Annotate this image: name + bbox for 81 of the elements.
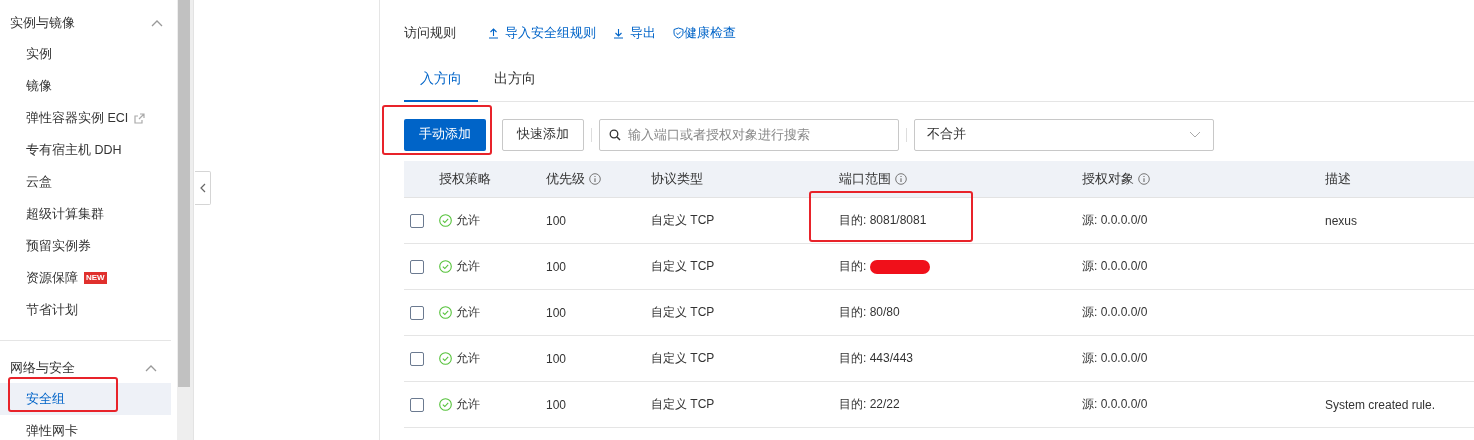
collapse-button[interactable] xyxy=(195,171,211,205)
checkbox[interactable] xyxy=(410,259,424,274)
table-cell: 目的: xyxy=(839,258,867,275)
column-header: 优先级 xyxy=(546,170,585,188)
table-cell: 允许 xyxy=(456,304,480,321)
sidebar-item[interactable]: 节省计划 xyxy=(0,294,177,326)
sidebar-item[interactable]: 弹性容器实例 ECI xyxy=(0,102,177,134)
shield-check-icon xyxy=(673,27,684,39)
chevron-down-icon xyxy=(1189,131,1201,138)
column-header: 授权策略 xyxy=(439,170,491,188)
check-circle-icon xyxy=(439,260,452,273)
table-cell-text: 100 xyxy=(546,259,568,274)
sidebar-group-title: 网络与安全 xyxy=(10,359,75,377)
action-link[interactable]: 导出 xyxy=(613,24,656,42)
sidebar-item[interactable]: 资源保障 NEW xyxy=(0,262,177,294)
table-cell-text: 100 xyxy=(546,213,568,228)
download-icon xyxy=(613,27,624,39)
info-icon[interactable] xyxy=(589,173,601,185)
table-cell: 允许 xyxy=(456,212,480,229)
action-link[interactable]: 健康检查 xyxy=(673,24,736,42)
table-cell: 目的: 22/22 xyxy=(839,396,900,413)
table-cell-text: System created rule. xyxy=(1325,397,1437,412)
checkbox[interactable] xyxy=(410,213,424,228)
sidebar-item[interactable]: 安全组 xyxy=(0,383,171,415)
search-icon xyxy=(609,128,621,141)
table-cell-text: 100 xyxy=(546,351,568,366)
table-cell-text: 自定义 TCP xyxy=(651,212,716,229)
checkbox[interactable] xyxy=(410,351,424,366)
table-cell: 目的: 80/80 xyxy=(839,304,900,321)
sidebar-item[interactable]: 弹性网卡 xyxy=(0,415,171,440)
table-cell-text: 自定义 TCP xyxy=(651,304,716,321)
check-circle-icon xyxy=(439,214,452,227)
chevron-up-icon[interactable] xyxy=(151,19,163,27)
table-cell-text: nexus xyxy=(1325,213,1359,228)
section-title: 访问规则 xyxy=(404,24,456,42)
table-cell-text: 自定义 TCP xyxy=(651,396,716,413)
sidebar-item[interactable]: 超级计算集群 xyxy=(0,198,177,230)
table-cell-text: 源: 0.0.0.0/0 xyxy=(1082,212,1149,229)
scrollbar-thumb[interactable] xyxy=(178,0,190,387)
add-button[interactable]: 手动添加 xyxy=(404,118,486,151)
table-cell: 允许 xyxy=(456,258,480,275)
table-cell-text: 源: 0.0.0.0/0 xyxy=(1082,396,1149,413)
table-cell-text: 源: 0.0.0.0/0 xyxy=(1082,350,1149,367)
quick-add-button[interactable]: 快速添加 xyxy=(502,118,584,151)
column-header: 端口范围 xyxy=(839,170,891,188)
checkbox[interactable] xyxy=(410,305,424,320)
check-circle-icon xyxy=(439,398,452,411)
chevron-up-icon[interactable] xyxy=(145,364,157,372)
sidebar-item[interactable]: 镜像 xyxy=(0,70,177,102)
column-header: 协议类型 xyxy=(651,170,703,188)
table-cell: 目的: 443/443 xyxy=(839,350,914,367)
table-cell: 允许 xyxy=(456,396,480,413)
upload-icon xyxy=(488,27,499,39)
tab[interactable]: 入方向 xyxy=(404,58,478,102)
table-cell: 允许 xyxy=(456,350,480,367)
merge-select[interactable]: 不合并 xyxy=(914,118,1214,151)
table-cell-text: 100 xyxy=(546,305,568,320)
table-cell-text: 100 xyxy=(546,397,568,412)
table-cell-text: 源: 0.0.0.0/0 xyxy=(1082,258,1149,275)
new-badge: NEW xyxy=(84,272,107,284)
sidebar-group-title: 实例与镜像 xyxy=(10,14,75,32)
sidebar-item[interactable]: 云盒 xyxy=(0,166,177,198)
chevron-left-icon xyxy=(199,183,206,193)
sidebar-item[interactable]: 实例 xyxy=(0,38,177,70)
check-circle-icon xyxy=(439,352,452,365)
checkbox[interactable] xyxy=(410,397,424,412)
action-link[interactable]: 导入安全组规则 xyxy=(488,24,596,42)
table-cell-text: 自定义 TCP xyxy=(651,258,716,275)
sidebar-item[interactable]: 预留实例券 xyxy=(0,230,177,262)
column-header: 描述 xyxy=(1325,170,1351,188)
sidebar-item[interactable]: 专有宿主机 DDH xyxy=(0,134,177,166)
table-cell-text: 自定义 TCP xyxy=(651,350,716,367)
search-field[interactable]: 输入端口或者授权对象进行搜索 xyxy=(599,118,899,151)
table-cell: 目的: 8081/8081 xyxy=(839,212,927,229)
tab[interactable]: 出方向 xyxy=(478,58,552,102)
table-cell-text: 源: 0.0.0.0/0 xyxy=(1082,304,1149,321)
external-link-icon[interactable] xyxy=(134,112,146,124)
check-circle-icon xyxy=(439,306,452,319)
info-icon[interactable] xyxy=(1138,173,1150,185)
info-icon[interactable] xyxy=(895,173,907,185)
column-header: 授权对象 xyxy=(1082,170,1134,188)
